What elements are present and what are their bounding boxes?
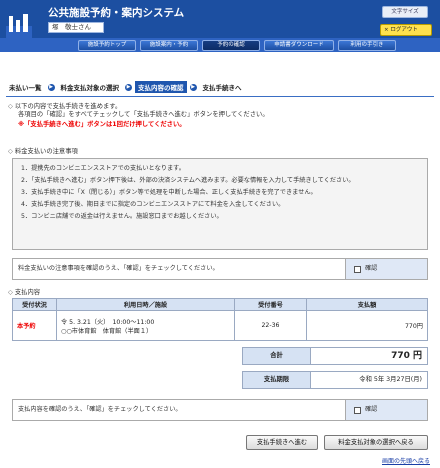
main-nav: 施設予約トップ 施設案内・予約 予約の確認 申請書ダウンロード 利用の手引き xyxy=(78,40,396,51)
usage-datetime: 令 5. 3.21（火） 10:00～11:00 xyxy=(61,318,155,326)
instructions: 各項目の「確認」をすべてチェックして「支払手続きへ進む」ボタンを押してください。… xyxy=(18,110,269,130)
due-date-label: 支払期限 xyxy=(243,372,311,388)
column-header: 支払額 xyxy=(306,298,428,311)
due-date-value: 令和 5年 3月27日(月) xyxy=(359,376,422,383)
instruction-line: 各項目の「確認」をすべてチェックして「支払手続きへ進む」ボタンを押してください。 xyxy=(18,111,269,118)
diamond-icon: ◇ xyxy=(8,289,13,296)
payment-amount: 770円 xyxy=(306,310,428,341)
note-item: 4．支払手続き完了後、期日までに指定のコンビニエンスストアにて料金を入金してくだ… xyxy=(21,201,285,208)
nav-top[interactable]: 施設予約トップ xyxy=(78,40,136,51)
warning-text: ※「支払手続きへ進む」ボタンは1回だけ押してください。 xyxy=(18,121,186,128)
step-breadcrumb: 未払い一覧 ▶ 料金支払対象の選択 ▶ 支払内容の確認 ▶ 支払手続きへ xyxy=(6,80,434,94)
notes-confirm-checkbox-area[interactable]: 確認 xyxy=(345,259,427,279)
column-header: 利用日時／施設 xyxy=(56,298,235,311)
font-size-button[interactable]: 文字サイズ xyxy=(382,6,428,18)
reservation-status: 本予約 xyxy=(12,310,57,341)
column-header: 受付番号 xyxy=(234,298,307,311)
note-item: 1．提携先のコンビニエンスストアでの支払いとなります。 xyxy=(21,165,185,172)
notes-confirm-row: 料金支払いの注意事項を確認のうえ、「確認」をチェックしてください。 確認 xyxy=(12,258,428,280)
nav-download[interactable]: 申請書ダウンロード xyxy=(264,40,334,51)
diamond-icon: ◇ xyxy=(8,103,13,110)
notes-heading: ◇ 料金支払いの注意事項 xyxy=(8,148,78,155)
notes-confirm-checkbox[interactable] xyxy=(354,265,361,273)
nav-facility[interactable]: 施設案内・予約 xyxy=(140,40,198,51)
step-unpaid-list: 未払い一覧 xyxy=(9,84,42,92)
payment-table: 受付状況 利用日時／施設 受付番号 支払額 本予約 令 5. 3.21（火） 1… xyxy=(12,298,428,341)
payment-confirm-text: 支払内容を確認のうえ、「確認」をチェックしてください。 xyxy=(18,406,182,413)
total-value: 770 円 xyxy=(391,351,422,361)
back-to-top-link[interactable]: 画面の先頭へ戻る xyxy=(382,456,430,465)
chevron-right-icon: ▶ xyxy=(47,83,55,91)
due-date-row: 支払期限 令和 5年 3月27日(月) xyxy=(242,371,428,389)
step-select-target: 料金支払対象の選択 xyxy=(60,84,120,92)
payment-confirm-checkbox-area[interactable]: 確認 xyxy=(345,400,427,420)
chevron-right-icon: ▶ xyxy=(189,83,197,91)
usage-facility: ○○市体育館 体育館（半面１） xyxy=(61,327,153,335)
notes-box: 1．提携先のコンビニエンスストアでの支払いとなります。 2．「支払手続きへ進む」… xyxy=(12,158,428,250)
usage-cell: 令 5. 3.21（火） 10:00～11:00 ○○市体育館 体育館（半面１） xyxy=(56,310,235,341)
payment-confirm-checkbox[interactable] xyxy=(354,406,361,414)
column-header: 受付状況 xyxy=(12,298,57,311)
checkbox-label: 確認 xyxy=(365,406,378,413)
note-item: 3．支払手続き中に「X（閉じる）」ボタン等で処理を中断した場合、正しく支払手続き… xyxy=(21,189,317,196)
nav-guide[interactable]: 利用の手引き xyxy=(338,40,396,51)
user-name: 塚 敬士さん xyxy=(48,22,104,33)
payment-heading: ◇ 支払内容 xyxy=(8,289,41,296)
header: 公共施設予約・案内システム 塚 敬士さん 文字サイズ × ログアウト 施設予約ト… xyxy=(0,0,440,52)
table-row: 本予約 令 5. 3.21（火） 10:00～11:00 ○○市体育館 体育館（… xyxy=(12,310,428,341)
notes-confirm-text: 料金支払いの注意事項を確認のうえ、「確認」をチェックしてください。 xyxy=(18,265,219,272)
total-row: 合計 770 円 xyxy=(242,347,428,365)
note-item: 2．「支払手続きへ進む」ボタン押下後は、外部の決済システムへ進みます。必要な情報… xyxy=(21,177,355,184)
divider xyxy=(6,96,434,97)
total-label: 合計 xyxy=(243,348,311,364)
diamond-icon: ◇ xyxy=(8,148,13,155)
back-to-selection-button[interactable]: 料金支払対象の選択へ戻る xyxy=(324,435,428,450)
note-item: 5．コンビニ店舗での返金は行えません。施設窓口までお越しください。 xyxy=(21,213,223,220)
chevron-right-icon: ▶ xyxy=(125,83,132,91)
city-logo-icon xyxy=(6,14,32,38)
payment-confirm-row: 支払内容を確認のうえ、「確認」をチェックしてください。 確認 xyxy=(12,399,428,421)
app-title: 公共施設予約・案内システム xyxy=(48,7,185,19)
nav-reservation-check[interactable]: 予約の確認 xyxy=(202,40,260,51)
checkbox-label: 確認 xyxy=(365,265,378,272)
receipt-number: 22-36 xyxy=(234,310,307,341)
proceed-payment-button[interactable]: 支払手続きへ進む xyxy=(246,435,318,450)
table-header-row: 受付状況 利用日時／施設 受付番号 支払額 xyxy=(12,298,428,311)
step-to-payment: 支払手続きへ xyxy=(202,84,242,92)
step-confirm: 支払内容の確認 xyxy=(135,81,187,93)
logout-button[interactable]: × ログアウト xyxy=(380,24,432,36)
instruction-heading: ◇ 以下の内容で支払手続きを進めます。 xyxy=(8,103,122,110)
